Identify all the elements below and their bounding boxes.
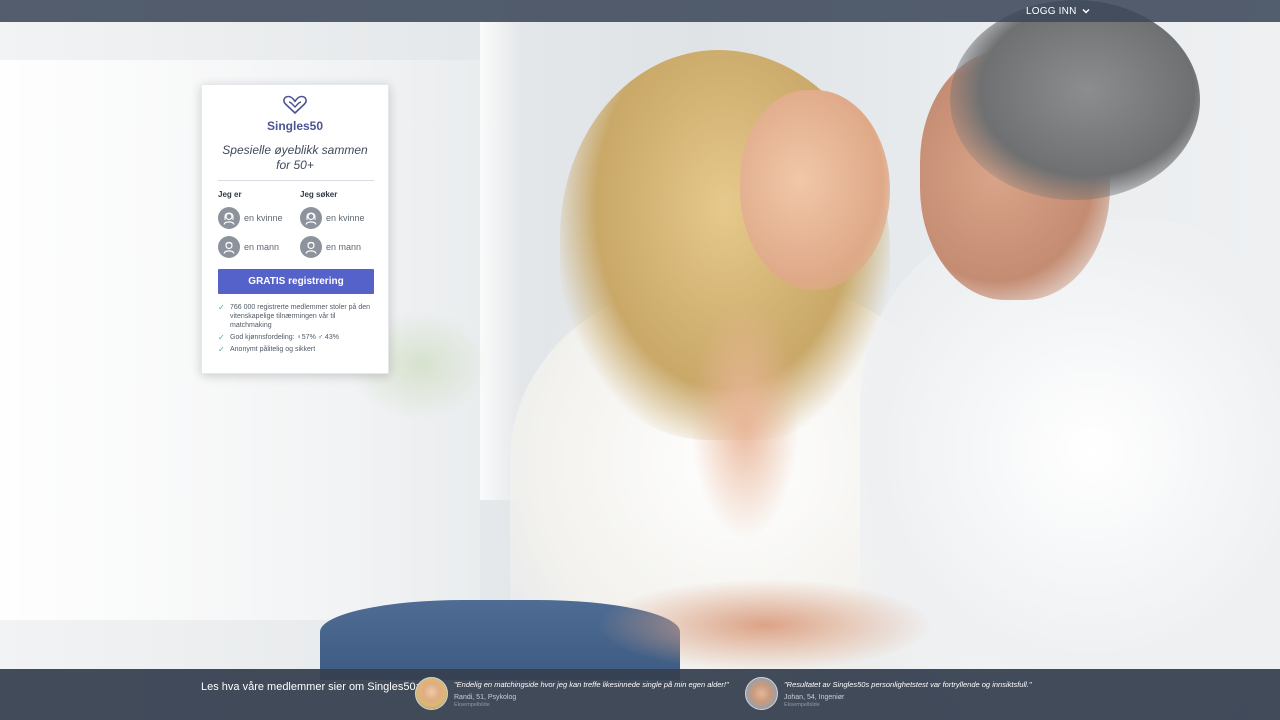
option-label: en kvinne <box>326 213 365 223</box>
benefits-list: ✓ 766 000 registrerte medlemmer stoler p… <box>218 303 374 357</box>
woman-avatar-icon <box>300 207 322 229</box>
i-am-woman-option[interactable]: en kvinne <box>218 207 283 229</box>
testimonials-bar: Les hva våre medlemmer sier om Singles50… <box>0 669 1280 720</box>
top-bar: LOGG INN <box>0 0 1280 22</box>
option-label: en mann <box>244 242 280 252</box>
option-label: en kvinne <box>244 213 283 223</box>
woman-neckline <box>690 300 800 540</box>
woman-face <box>740 90 890 290</box>
registration-card: Singles50 Spesielle øyeblikk sammen for … <box>201 84 389 374</box>
seeking-label: Jeg søker <box>300 190 338 199</box>
i-am-label: Jeg er <box>218 190 242 199</box>
list-item: ✓ Anonymt pålitelig og sikkert <box>218 345 374 354</box>
divider <box>218 180 374 181</box>
option-label: en mann <box>326 242 362 252</box>
tagline: Spesielle øyeblikk sammen for 50+ <box>222 143 368 172</box>
login-label: LOGG INN <box>1026 5 1077 17</box>
chevron-down-icon <box>1081 8 1090 14</box>
testimonial-author: Randi, 51, Psykolog <box>454 694 517 701</box>
list-item: ✓ God kjønnsfordeling: ♀57% ♂ 43% <box>218 333 374 342</box>
hero-background-photo <box>0 0 1280 720</box>
check-icon: ✓ <box>218 303 225 312</box>
seeking-woman-option[interactable]: en kvinne <box>300 207 365 229</box>
testimonial-randi: "Endelig en matchingside hvor jeg kan tr… <box>415 677 729 710</box>
i-am-man-option[interactable]: en mann <box>218 236 279 258</box>
logo <box>202 95 388 115</box>
benefit-text: 766 000 registrerte medlemmer stoler på … <box>230 304 371 329</box>
seeking-man-option[interactable]: en mann <box>300 236 361 258</box>
check-icon: ✓ <box>218 333 225 342</box>
list-item: ✓ 766 000 registrerte medlemmer stoler p… <box>218 303 374 330</box>
testimonial-quote: "Endelig en matchingside hvor jeg kan tr… <box>454 680 729 689</box>
brand-name: Singles50 <box>266 119 324 133</box>
sample-photo-caption: Eksempelbilde <box>784 702 820 708</box>
check-icon: ✓ <box>218 345 225 354</box>
free-registration-button[interactable]: GRATIS registrering <box>218 269 374 294</box>
man-arm <box>600 580 930 670</box>
benefit-text: Anonymt pålitelig og sikkert <box>230 346 316 353</box>
sample-photo-caption: Eksempelbilde <box>454 702 490 708</box>
testimonials-title: Les hva våre medlemmer sier om Singles50… <box>201 681 419 693</box>
testimonial-quote: "Resultatet av Singles50s personlighetst… <box>784 680 1032 689</box>
man-avatar-icon <box>300 236 322 258</box>
avatar <box>745 677 778 710</box>
man-shirt <box>860 220 1280 680</box>
benefit-text: God kjønnsfordeling: ♀57% ♂ 43% <box>230 334 339 341</box>
man-avatar-icon <box>218 236 240 258</box>
woman-avatar-icon <box>218 207 240 229</box>
testimonial-author: Johan, 54, Ingeniør <box>784 694 845 701</box>
testimonial-johan: "Resultatet av Singles50s personlighetst… <box>745 677 1032 710</box>
login-menu-button[interactable]: LOGG INN <box>1026 0 1091 22</box>
heart-infinity-logo-icon <box>283 95 307 114</box>
man-hair <box>950 0 1200 200</box>
avatar <box>415 677 448 710</box>
